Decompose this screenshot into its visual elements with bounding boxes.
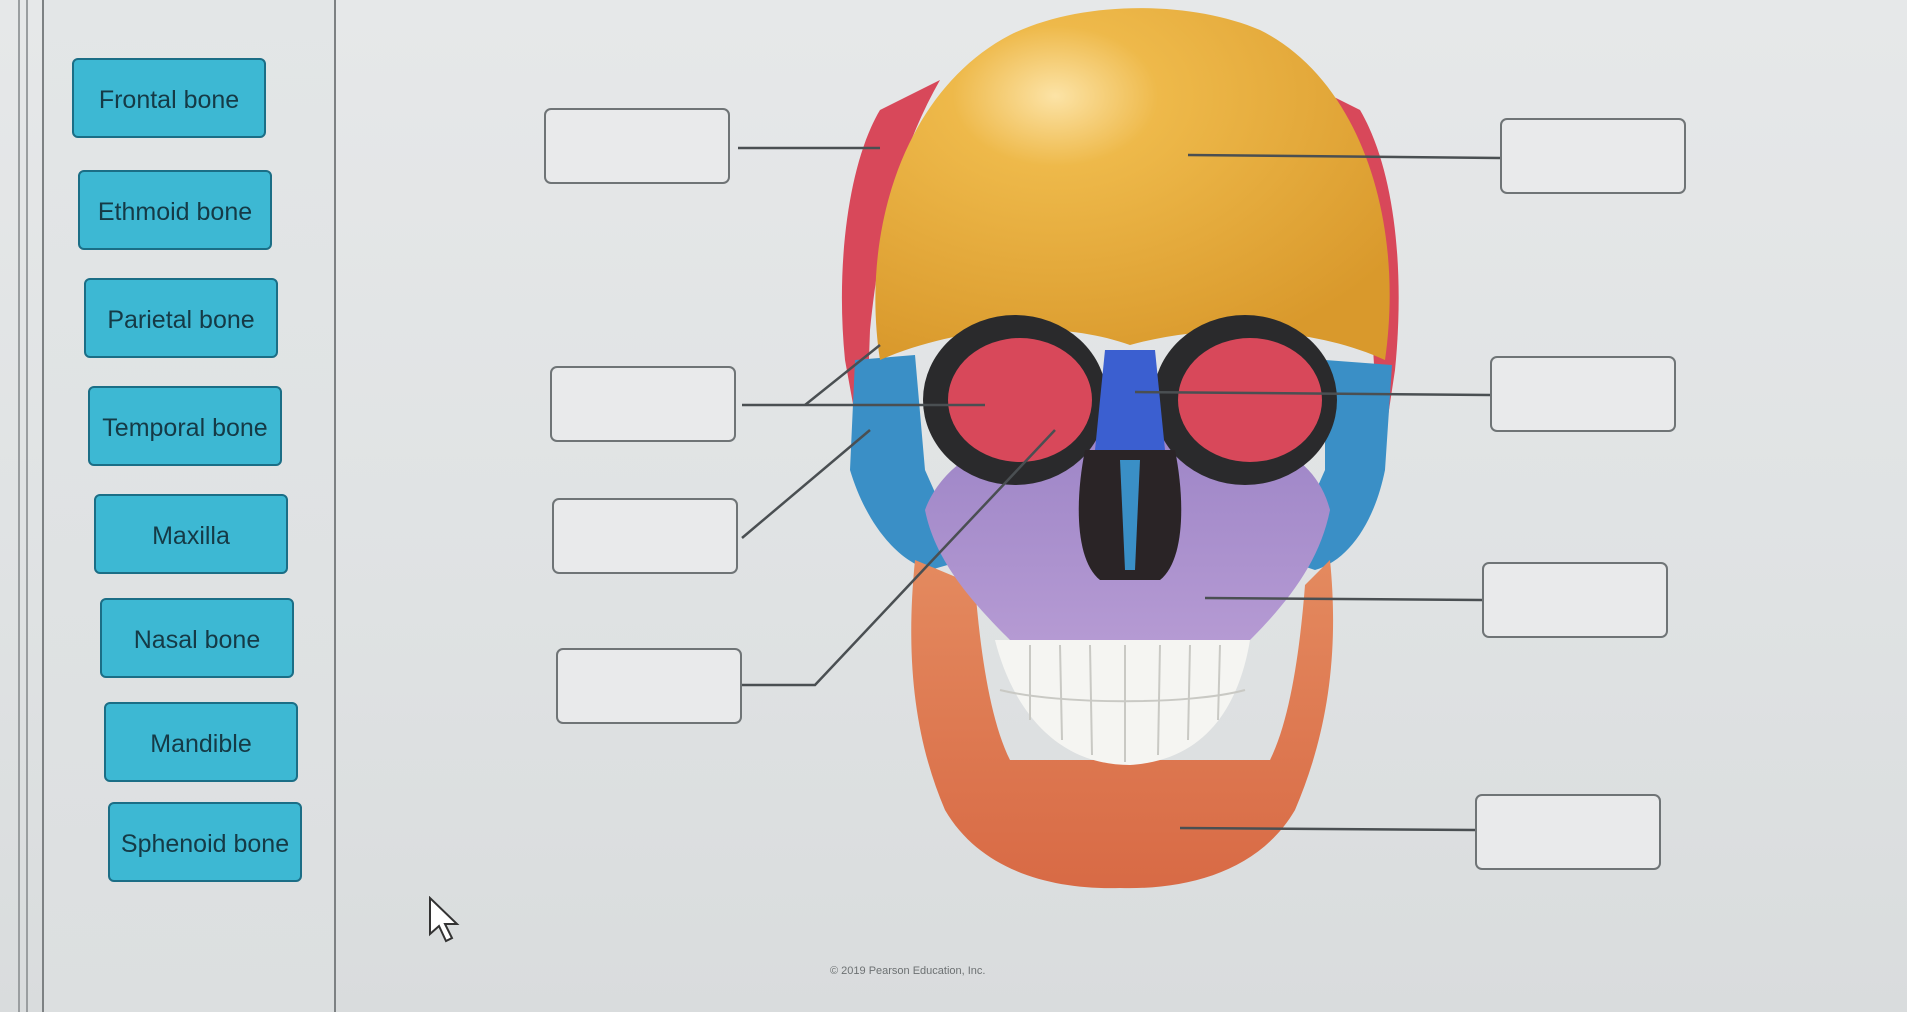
- drop-target-2[interactable]: [550, 366, 736, 442]
- drop-target-3[interactable]: [552, 498, 738, 574]
- drop-target-1[interactable]: [544, 108, 730, 184]
- drop-target-6[interactable]: [1490, 356, 1676, 432]
- teeth-region: [995, 640, 1250, 765]
- copyright-text: © 2019 Pearson Education, Inc.: [830, 965, 986, 977]
- mouse-pointer-icon: [429, 896, 460, 943]
- nasal-bone-region: [1095, 350, 1165, 450]
- drop-target-4[interactable]: [556, 648, 742, 724]
- drop-target-5[interactable]: [1500, 118, 1686, 194]
- drop-target-8[interactable]: [1475, 794, 1661, 870]
- drop-target-7[interactable]: [1482, 562, 1668, 638]
- frontal-bone-region: [875, 8, 1390, 361]
